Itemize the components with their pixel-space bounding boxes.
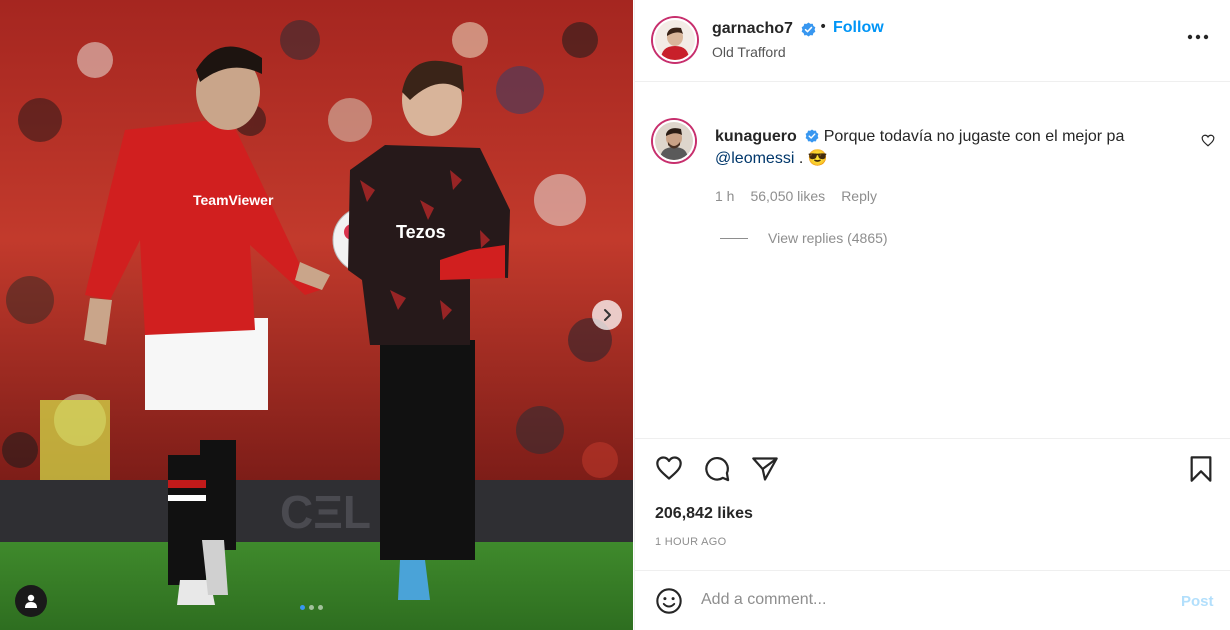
tagged-users-button[interactable] <box>15 585 47 617</box>
photo-scene: CΞL TeamViewer Tezos <box>0 0 633 630</box>
commenter-username[interactable]: kunaguero <box>715 128 797 145</box>
share-icon[interactable] <box>751 455 779 483</box>
comment-emoji: 😎 <box>807 150 828 167</box>
comment-text: Porque todavía no jugaste con el mejor p… <box>823 128 1125 145</box>
comment-icon[interactable] <box>703 455 731 483</box>
user-tag-icon <box>25 594 37 608</box>
comment-meta: 1 h 56,050 likes Reply <box>715 188 877 204</box>
comment-time[interactable]: 1 h <box>715 188 734 204</box>
svg-text:CΞL: CΞL <box>280 486 371 538</box>
comment-body: kunaguero Porque todavía no jugaste con … <box>715 126 1155 170</box>
header-separator: • <box>819 19 828 35</box>
comment-like-heart-icon[interactable] <box>1201 134 1215 147</box>
reply-button[interactable]: Reply <box>841 188 877 204</box>
author-username[interactable]: garnacho7 <box>712 20 793 38</box>
view-replies-label: View replies (4865) <box>768 230 888 246</box>
carousel-dot <box>309 605 314 610</box>
comment-input[interactable] <box>701 585 1161 615</box>
post-timestamp[interactable]: 1 HOUR AGO <box>655 536 726 548</box>
comment-suffix: . <box>798 150 804 167</box>
verified-icon <box>801 22 816 37</box>
bookmark-icon[interactable] <box>1189 455 1213 483</box>
post-photo[interactable]: CΞL TeamViewer Tezos <box>0 0 633 630</box>
post-side-panel: garnacho7 • Follow Old Trafford kunaguer… <box>634 0 1230 630</box>
chevron-right-icon <box>604 309 611 321</box>
emoji-icon[interactable] <box>655 587 683 615</box>
author-avatar[interactable] <box>653 18 697 62</box>
carousel-next-button[interactable] <box>592 300 622 330</box>
jersey-sponsor: Tezos <box>396 222 446 242</box>
replies-divider <box>720 237 748 239</box>
more-options-icon <box>1187 34 1209 40</box>
post-actions <box>635 438 1230 502</box>
comment-composer: Post <box>635 570 1230 630</box>
commenter-avatar[interactable] <box>653 120 695 162</box>
view-replies-button[interactable]: View replies (4865) <box>720 230 888 246</box>
like-heart-icon[interactable] <box>655 455 683 481</box>
post-header: garnacho7 • Follow Old Trafford <box>635 0 1230 82</box>
follow-button[interactable]: Follow <box>833 19 884 37</box>
post-location[interactable]: Old Trafford <box>712 44 786 60</box>
more-options-button[interactable] <box>1183 22 1213 52</box>
post-comment-button[interactable]: Post <box>1181 593 1214 610</box>
comment-likes[interactable]: 56,050 likes <box>750 188 825 204</box>
comment-mention-link[interactable]: @leomessi <box>715 150 794 167</box>
carousel-dot <box>318 605 323 610</box>
verified-icon <box>805 129 819 143</box>
carousel-indicator <box>300 605 323 610</box>
post-likes[interactable]: 206,842 likes <box>655 505 753 523</box>
carousel-dot-active <box>300 605 305 610</box>
svg-text:TeamViewer: TeamViewer <box>193 192 274 208</box>
